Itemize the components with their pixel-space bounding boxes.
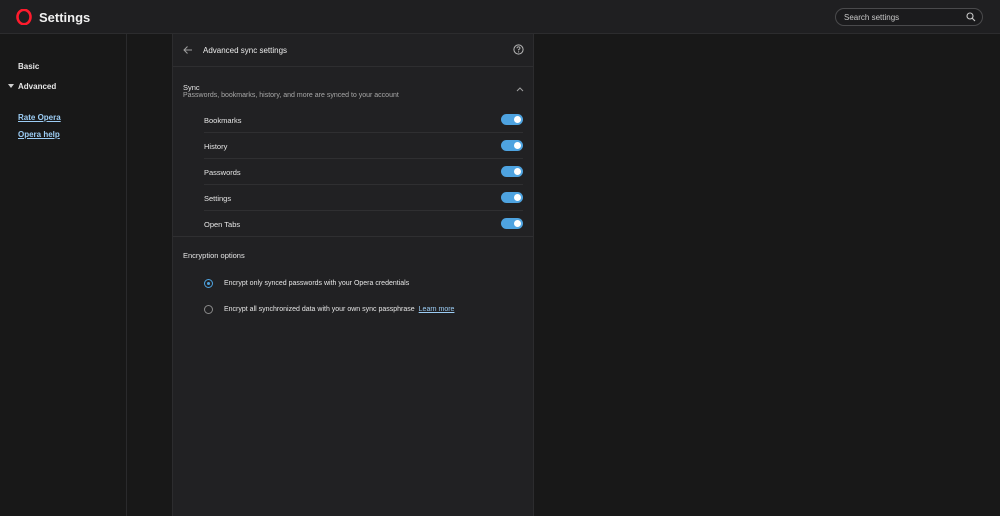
settings-panel: Advanced sync settings Sync Passwords, b… <box>172 34 534 516</box>
history-toggle[interactable] <box>501 140 523 151</box>
encrypt-passwords-option[interactable]: Encrypt only synced passwords with your … <box>204 279 524 293</box>
sync-section-title: Sync <box>183 83 200 92</box>
sync-row-label: History <box>204 142 228 151</box>
sync-row-settings: Settings <box>204 185 523 211</box>
sidebar-item-advanced[interactable]: Advanced <box>18 82 56 91</box>
radio-label: Encrypt only synced passwords with your … <box>224 280 409 287</box>
panel-header: Advanced sync settings <box>173 34 533 67</box>
toggle-knob <box>514 220 521 227</box>
learn-more-link[interactable]: Learn more <box>419 306 455 313</box>
encryption-section-title: Encryption options <box>183 251 245 260</box>
radio-label-text: Encrypt all synchronized data with your … <box>224 306 415 313</box>
section-divider <box>173 236 533 237</box>
bookmarks-toggle[interactable] <box>501 114 523 125</box>
sync-row-history: History <box>204 133 523 159</box>
settings-toggle[interactable] <box>501 192 523 203</box>
sync-row-label: Settings <box>204 194 232 203</box>
radio-button-selected[interactable] <box>204 279 213 288</box>
radio-label-text: Encrypt only synced passwords with your … <box>224 280 410 287</box>
sync-row-label: Bookmarks <box>204 116 242 125</box>
search-icon[interactable] <box>966 12 976 22</box>
rate-opera-link[interactable]: Rate Opera <box>18 113 61 122</box>
search-box[interactable] <box>835 8 983 26</box>
sync-row-label: Passwords <box>204 168 241 177</box>
sync-section-description: Passwords, bookmarks, history, and more … <box>183 92 399 99</box>
encrypt-all-option[interactable]: Encrypt all synchronized data with your … <box>204 305 524 319</box>
caret-down-icon[interactable] <box>8 84 14 89</box>
open-tabs-toggle[interactable] <box>501 218 523 229</box>
top-bar: Settings <box>0 0 1000 34</box>
opera-help-link[interactable]: Opera help <box>18 130 60 139</box>
sidebar-item-basic[interactable]: Basic <box>18 62 39 71</box>
sync-row-label: Open Tabs <box>204 220 241 229</box>
app-title: Settings <box>39 10 91 25</box>
sync-row-passwords: Passwords <box>204 159 523 185</box>
help-icon[interactable] <box>513 44 524 55</box>
back-arrow-icon[interactable] <box>183 45 193 55</box>
passwords-toggle[interactable] <box>501 166 523 177</box>
toggle-knob <box>514 194 521 201</box>
search-input[interactable] <box>844 11 962 23</box>
sync-row-bookmarks: Bookmarks <box>204 107 523 133</box>
sync-row-open-tabs: Open Tabs <box>204 211 523 237</box>
toggle-knob <box>514 116 521 123</box>
toggle-knob <box>514 142 521 149</box>
radio-button[interactable] <box>204 305 213 314</box>
sidebar: Basic Advanced Rate Opera Opera help <box>0 34 127 516</box>
radio-label: Encrypt all synchronized data with your … <box>224 306 454 313</box>
opera-logo-icon <box>16 9 32 25</box>
page-title: Advanced sync settings <box>203 46 288 55</box>
chevron-up-icon[interactable] <box>516 86 524 92</box>
toggle-knob <box>514 168 521 175</box>
